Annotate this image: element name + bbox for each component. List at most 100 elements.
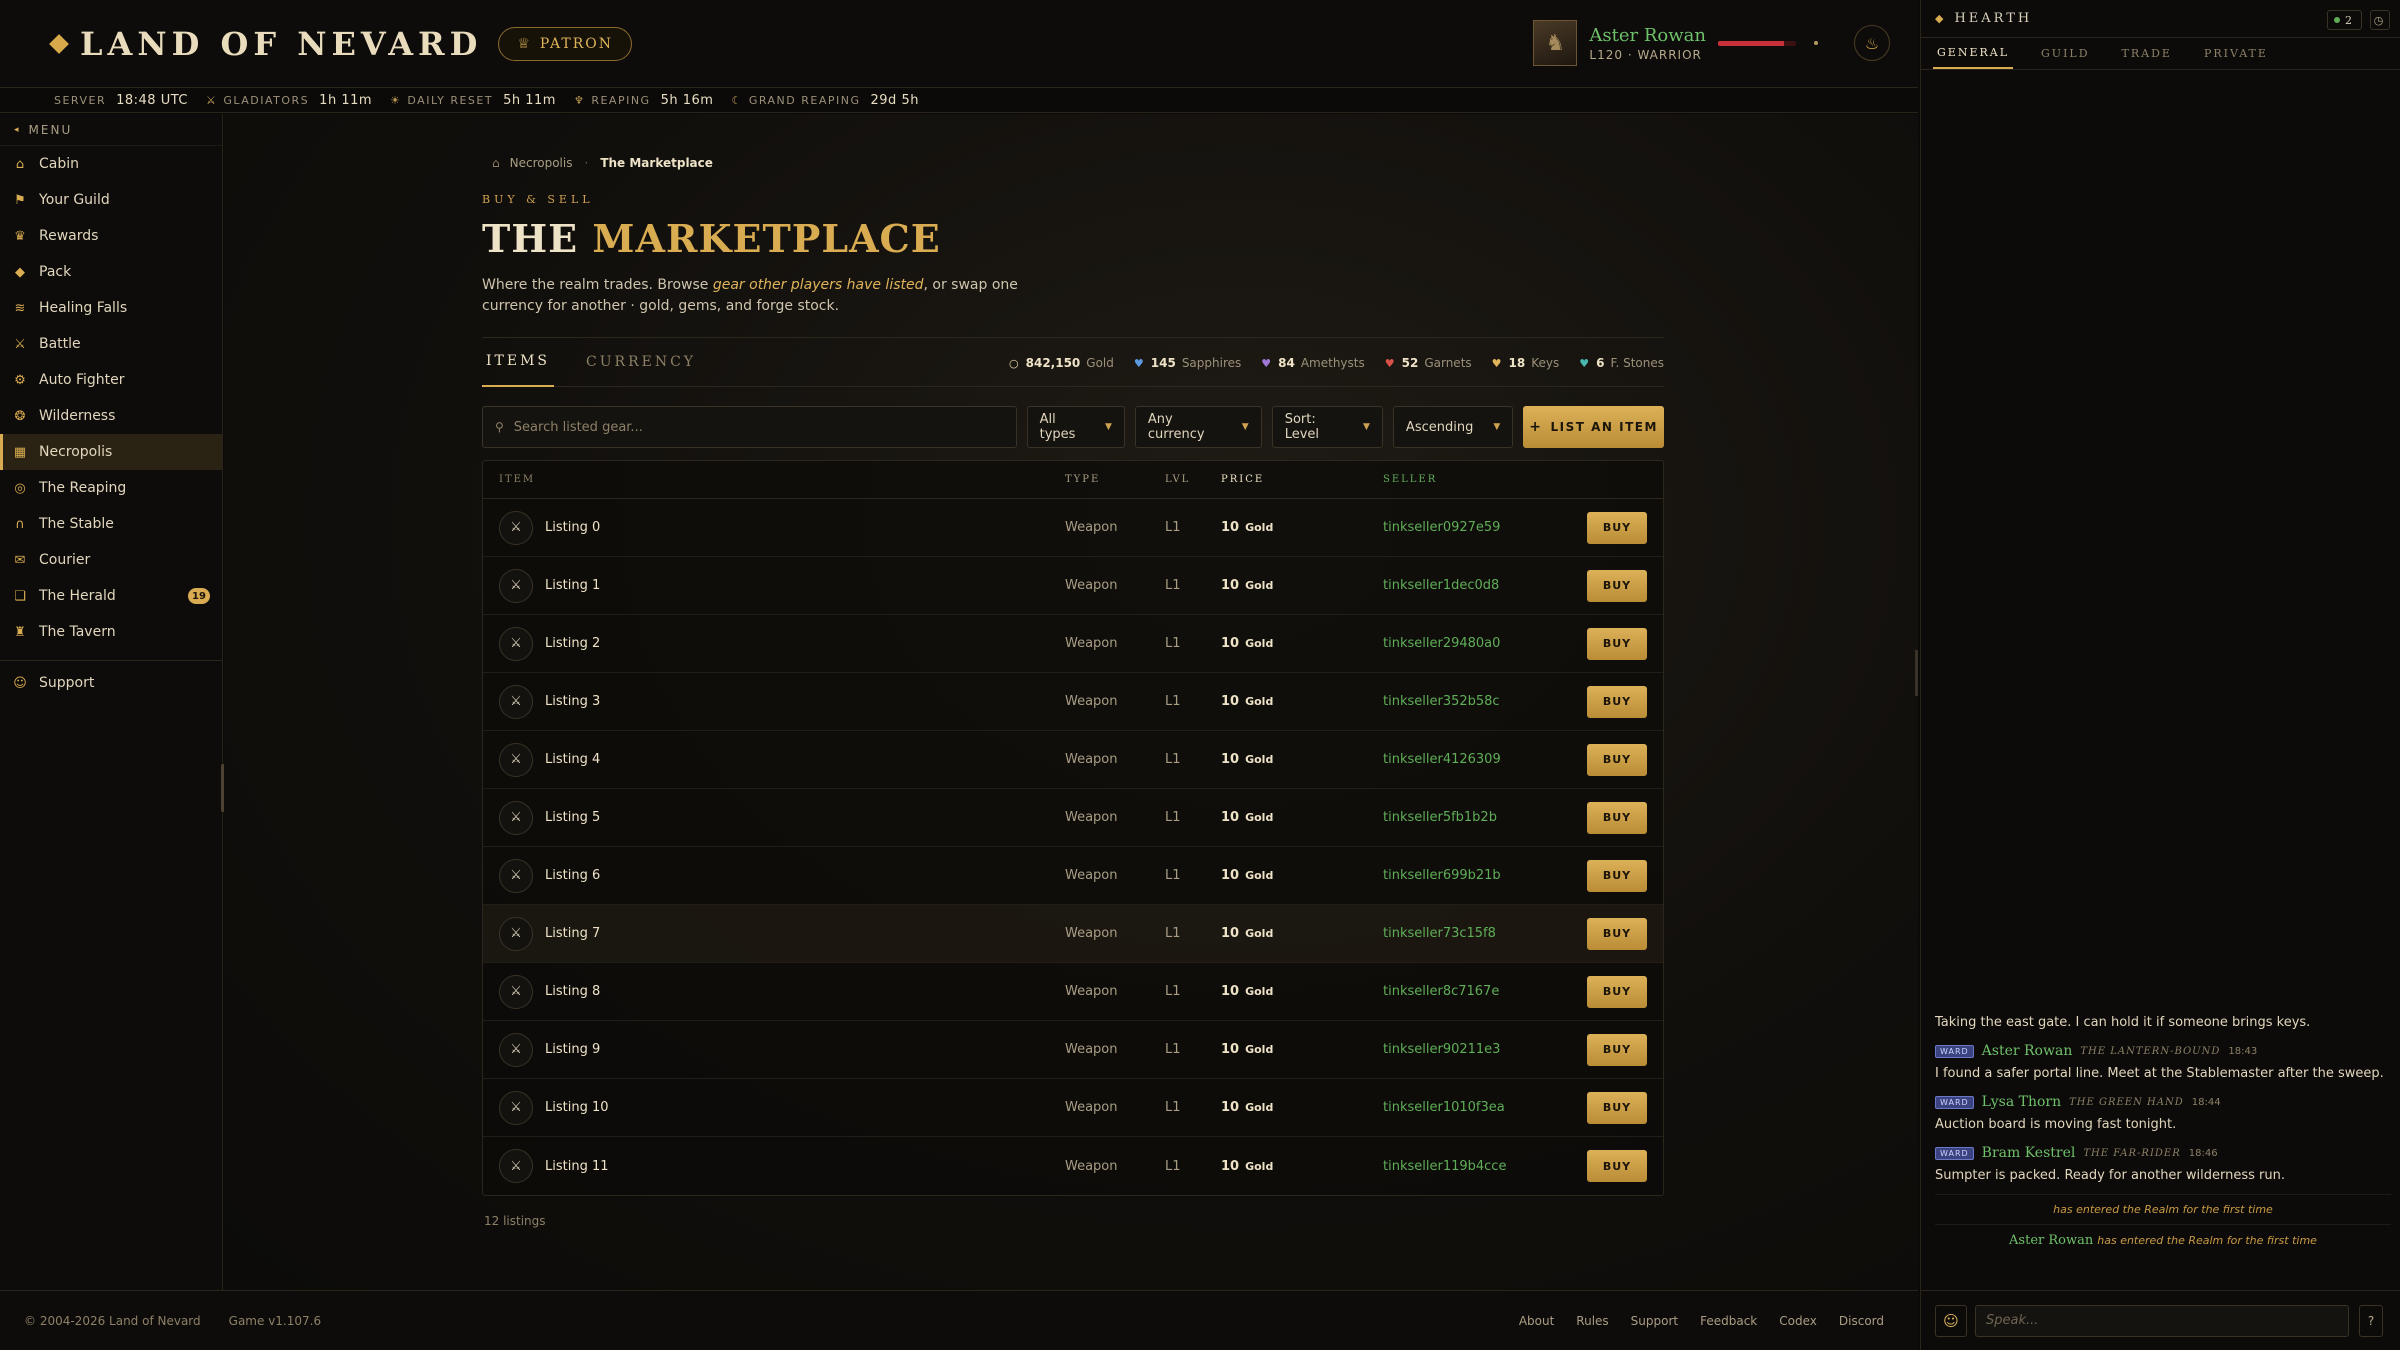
sidebar-item-the-stable[interactable]: ∩ The Stable [0,506,222,542]
chat-tab-private[interactable]: PRIVATE [2200,38,2272,69]
buy-button[interactable]: BUY [1587,1091,1647,1124]
buy-button[interactable]: BUY [1587,743,1647,776]
item-name[interactable]: Listing 11 [545,1159,609,1174]
game-logo[interactable]: LAND OF NEVARD [49,25,482,63]
seller-name[interactable]: tinkseller352b58c [1383,694,1583,709]
table-row[interactable]: ⚔ Listing 1 Weapon L1 10 Gold tinkseller1dec0d… [483,557,1663,615]
seller-name[interactable]: tinkseller1010f3ea [1383,1100,1583,1115]
item-name[interactable]: Listing 4 [545,752,600,767]
emoji-button[interactable]: ☺ [1935,1304,1967,1337]
item-name[interactable]: Listing 6 [545,868,600,883]
item-name[interactable]: Listing 7 [545,926,600,941]
seller-name[interactable]: tinkseller699b21b [1383,868,1583,883]
sidebar-item-cabin[interactable]: ⌂ Cabin [0,146,222,182]
seller-name[interactable]: tinkseller8c7167e [1383,984,1583,999]
player-name[interactable]: Aster Rowan [1589,25,1706,46]
footer-link-codex[interactable]: Codex [1779,1314,1817,1328]
item-name[interactable]: Listing 1 [545,578,600,593]
currency-select[interactable]: Any currency ▼ [1134,406,1262,448]
chat-tab-general[interactable]: GENERAL [1933,38,2014,69]
flame-button[interactable]: ♨ [1854,25,1890,61]
sidebar-item-battle[interactable]: ⚔ Battle [0,326,222,362]
sidebar-item-the-reaping[interactable]: ◎ The Reaping [0,470,222,506]
avatar[interactable]: ♞ [1533,20,1578,66]
sidebar-item-auto-fighter[interactable]: ⚙ Auto Fighter [0,362,222,398]
chat-author[interactable]: Aster Rowan [1982,1043,2073,1059]
panel-resize-handle[interactable] [1915,650,1918,696]
sidebar-item-necropolis[interactable]: ▦ Necropolis [0,434,222,470]
col-header-lvl[interactable]: LVL [1165,474,1221,485]
seller-name[interactable]: tinkseller90211e3 [1383,1042,1583,1057]
item-name[interactable]: Listing 3 [545,694,600,709]
breadcrumb-parent[interactable]: Necropolis [510,156,573,170]
buy-button[interactable]: BUY [1587,685,1647,718]
sort-select[interactable]: Sort: Level ▼ [1271,406,1383,448]
table-row[interactable]: ⚔ Listing 11 Weapon L1 10 Gold tinkseller119b4… [483,1137,1663,1195]
footer-link-support[interactable]: Support [1631,1314,1678,1328]
col-header-seller[interactable]: SELLER [1383,474,1583,485]
home-icon[interactable]: ⌂ [492,156,500,170]
sidebar-item-rewards[interactable]: ♛ Rewards [0,218,222,254]
col-header-item[interactable]: ITEM [483,474,1065,485]
footer-link-discord[interactable]: Discord [1839,1314,1884,1328]
seller-name[interactable]: tinkseller4126309 [1383,752,1583,767]
sidebar-item-healing-falls[interactable]: ≋ Healing Falls [0,290,222,326]
chat-help-button[interactable]: ? [2359,1304,2383,1337]
item-name[interactable]: Listing 9 [545,1042,600,1057]
footer-link-rules[interactable]: Rules [1576,1314,1608,1328]
buy-button[interactable]: BUY [1587,627,1647,660]
table-row[interactable]: ⚔ Listing 4 Weapon L1 10 Gold tinkseller412630… [483,731,1663,789]
patron-button[interactable]: ♕ PATRON [498,26,633,61]
chat-tab-trade[interactable]: TRADE [2118,38,2176,69]
table-row[interactable]: ⚔ Listing 0 Weapon L1 10 Gold tinkseller0927e5… [483,499,1663,557]
item-name[interactable]: Listing 2 [545,636,600,651]
seller-name[interactable]: tinkseller5fb1b2b [1383,810,1583,825]
table-row[interactable]: ⚔ Listing 7 Weapon L1 10 Gold tinkseller73c15f… [483,905,1663,963]
seller-name[interactable]: tinkseller29480a0 [1383,636,1583,651]
search-input[interactable] [513,419,994,435]
buy-button[interactable]: BUY [1587,975,1647,1008]
sidebar-item-wilderness[interactable]: ❂ Wilderness [0,398,222,434]
sidebar-item-the-herald[interactable]: ❏ The Herald 19 [0,578,222,614]
list-item-button[interactable]: + LIST AN ITEM [1523,406,1665,448]
order-select[interactable]: Ascending ▼ [1392,406,1514,448]
sidebar-item-your-guild[interactable]: ⚑ Your Guild [0,182,222,218]
table-row[interactable]: ⚔ Listing 5 Weapon L1 10 Gold tinkseller5fb1b2… [483,789,1663,847]
buy-button[interactable]: BUY [1587,1150,1647,1182]
clock-icon[interactable]: ◷ [2370,10,2390,30]
buy-button[interactable]: BUY [1587,801,1647,834]
buy-button[interactable]: BUY [1587,511,1647,544]
sidebar-item-the-tavern[interactable]: ♜ The Tavern [0,614,222,650]
item-name[interactable]: Listing 10 [545,1100,609,1115]
footer-link-feedback[interactable]: Feedback [1700,1314,1757,1328]
col-header-type[interactable]: TYPE [1065,474,1165,485]
item-name[interactable]: Listing 0 [545,520,600,535]
system-message-name[interactable]: Aster Rowan [2009,1233,2093,1248]
chat-input[interactable] [1986,1313,2336,1328]
type-select[interactable]: All types ▼ [1026,406,1125,448]
chat-tab-guild[interactable]: GUILD [2037,38,2094,69]
buy-button[interactable]: BUY [1587,859,1647,892]
chat-author[interactable]: Bram Kestrel [1982,1145,2076,1161]
sidebar-item-courier[interactable]: ✉ Courier [0,542,222,578]
item-name[interactable]: Listing 8 [545,984,600,999]
table-row[interactable]: ⚔ Listing 6 Weapon L1 10 Gold tinkseller699b21… [483,847,1663,905]
table-row[interactable]: ⚔ Listing 3 Weapon L1 10 Gold tinkseller352b58… [483,673,1663,731]
seller-name[interactable]: tinkseller1dec0d8 [1383,578,1583,593]
table-row[interactable]: ⚔ Listing 10 Weapon L1 10 Gold tinkseller1010f… [483,1079,1663,1137]
menu-toggle[interactable]: ◂ MENU [0,114,222,146]
seller-name[interactable]: tinkseller119b4cce [1383,1159,1583,1174]
tab-items[interactable]: ITEMS [482,337,555,387]
buy-button[interactable]: BUY [1587,917,1647,950]
footer-link-about[interactable]: About [1519,1314,1554,1328]
table-row[interactable]: ⚔ Listing 8 Weapon L1 10 Gold tinkseller8c7167… [483,963,1663,1021]
buy-button[interactable]: BUY [1587,569,1647,602]
buy-button[interactable]: BUY [1587,1033,1647,1066]
table-row[interactable]: ⚔ Listing 2 Weapon L1 10 Gold tinkseller29480a… [483,615,1663,673]
col-header-price[interactable]: PRICE [1221,474,1383,485]
item-name[interactable]: Listing 5 [545,810,600,825]
sidebar-item-support[interactable]: ☺ Support [0,665,222,701]
seller-name[interactable]: tinkseller0927e59 [1383,520,1583,535]
tab-currency[interactable]: CURRENCY [582,337,700,387]
sidebar-item-pack[interactable]: ◆ Pack [0,254,222,290]
